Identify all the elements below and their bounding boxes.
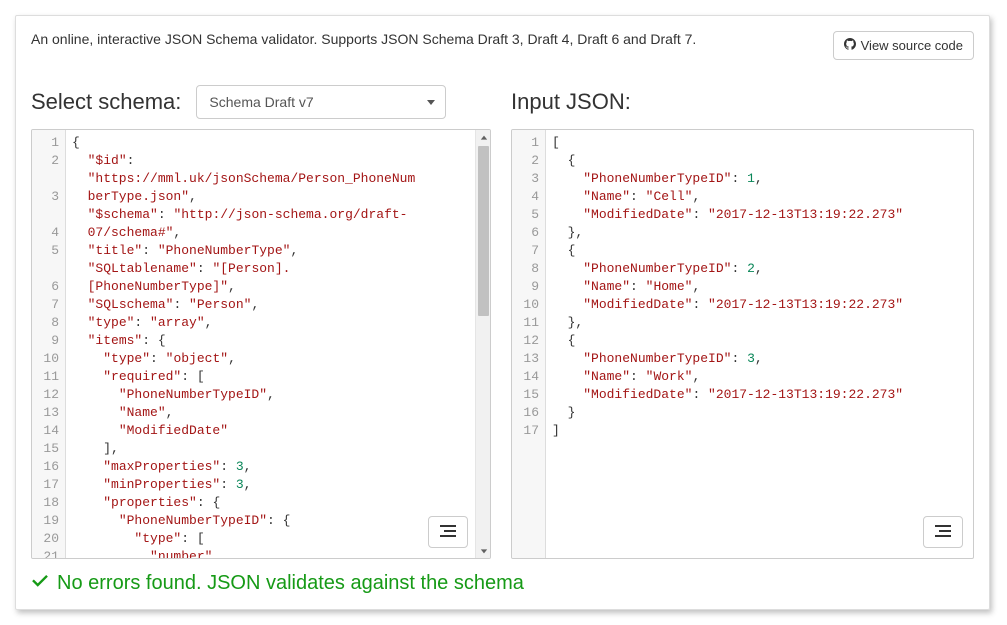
input-code[interactable]: [ { "PhoneNumberTypeID": 1, "Name": "Cel… <box>546 130 973 558</box>
view-source-button[interactable]: View source code <box>833 31 974 60</box>
input-json-title: Input JSON: <box>511 89 631 114</box>
validation-result: No errors found. JSON validates against … <box>31 571 974 595</box>
select-schema-title: Select schema: <box>31 89 181 115</box>
scroll-up-icon[interactable] <box>476 130 491 145</box>
schema-select-value: Schema Draft v7 <box>209 94 313 110</box>
intro-text: An online, interactive JSON Schema valid… <box>31 31 696 47</box>
schema-code[interactable]: { "$id": "https://mml.uk/jsonSchema/Pers… <box>66 130 490 558</box>
schema-editor[interactable]: 1234567891011121314151617181920212223 { … <box>31 129 491 559</box>
input-gutter: 1234567891011121314151617 <box>512 130 546 558</box>
check-icon <box>31 571 49 595</box>
format-icon <box>935 524 951 541</box>
top-row: An online, interactive JSON Schema valid… <box>31 31 974 60</box>
schema-select[interactable]: Schema Draft v7 <box>196 85 446 119</box>
chevron-down-icon <box>427 100 435 105</box>
scroll-down-icon[interactable] <box>476 543 491 558</box>
format-input-button[interactable] <box>923 516 963 548</box>
scrollbar-thumb[interactable] <box>478 146 489 316</box>
schema-gutter: 1234567891011121314151617181920212223 <box>32 130 66 558</box>
view-source-label: View source code <box>861 38 963 53</box>
format-schema-button[interactable] <box>428 516 468 548</box>
input-editor[interactable]: 1234567891011121314151617 [ { "PhoneNumb… <box>511 129 974 559</box>
github-icon <box>844 38 856 53</box>
editors-row: 1234567891011121314151617181920212223 { … <box>31 129 974 559</box>
validator-card: An online, interactive JSON Schema valid… <box>15 15 990 610</box>
headers-row: Select schema: Schema Draft v7 Input JSO… <box>31 85 974 119</box>
format-icon <box>440 524 456 541</box>
validation-result-text: No errors found. JSON validates against … <box>57 572 524 595</box>
schema-scrollbar[interactable] <box>475 130 490 558</box>
